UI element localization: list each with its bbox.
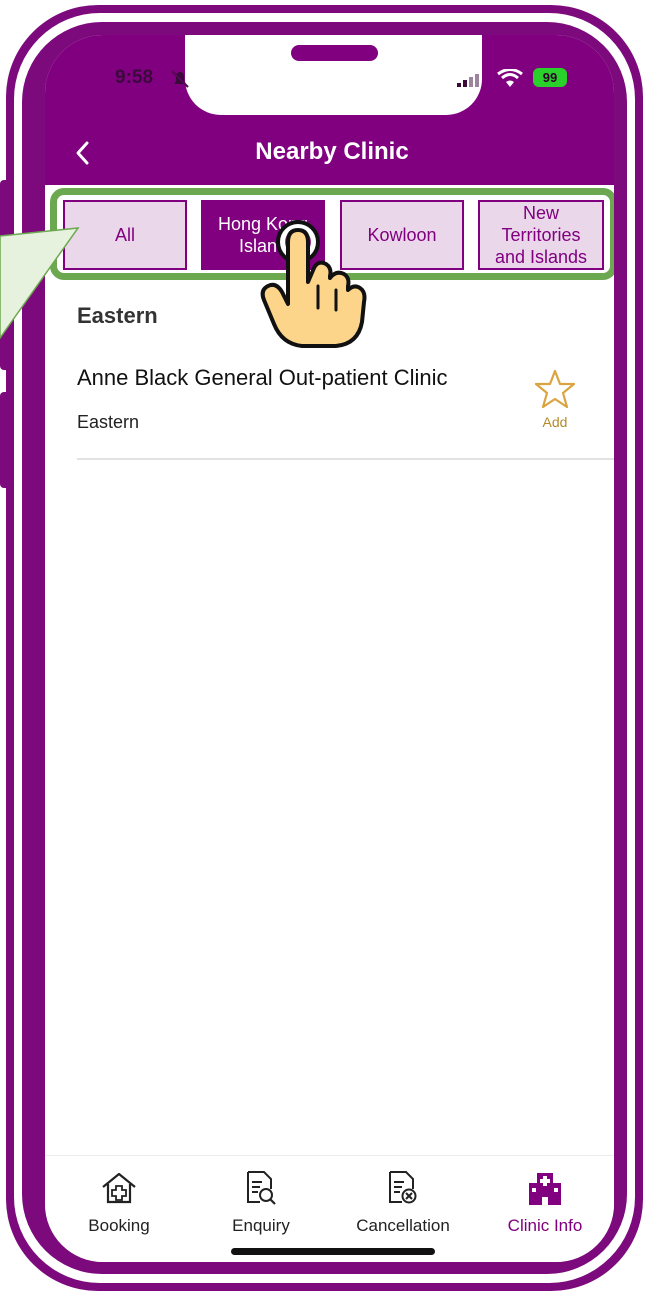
tab-new-territories[interactable]: New Territories and Islands [478,200,604,270]
bottom-navigation: Booking Enquiry Cancellation Clinic Info [45,1155,614,1262]
app-header: 9:58 99 Nearby Clinic [45,35,614,185]
house-plus-icon [102,1172,136,1204]
document-search-icon [247,1171,276,1205]
signal-icon [457,74,479,87]
tab-label: Kowloon [367,225,437,245]
nav-cancellation[interactable]: Cancellation [333,1168,473,1236]
callout-pointer [0,227,80,340]
clinic-district: Eastern [77,412,140,432]
document-cancel-icon [389,1171,417,1204]
hospital-icon [529,1173,561,1205]
phone-mockup: 9:58 99 Nearby Clinic All Hong Kong Isla… [0,0,651,1295]
tap-hand-icon [260,220,367,348]
clinic-name: Anne Black General Out-patient Clinic [77,365,448,390]
battery-indicator: 99 [533,68,567,87]
speaker [291,45,378,61]
nav-clinic-info[interactable]: Clinic Info [475,1168,614,1236]
tab-label: All [114,225,135,245]
nav-label: Cancellation [356,1216,450,1235]
page-title: Nearby Clinic [255,138,409,165]
status-time: 9:58 [115,67,154,88]
wifi-icon [497,69,523,87]
nav-label: Enquiry [232,1216,290,1235]
nav-enquiry[interactable]: Enquiry [191,1168,331,1236]
nav-label: Booking [88,1216,150,1235]
nav-label: Clinic Info [507,1216,583,1235]
bell-muted-icon [171,70,189,88]
add-favourite-button[interactable]: Add [532,369,578,430]
nav-booking[interactable]: Booking [49,1168,189,1236]
list-item[interactable]: Anne Black General Out-patient Clinic Ea… [77,355,614,460]
add-favourite-label: Add [542,414,568,430]
tab-label: New Territories and Islands [494,203,588,267]
home-indicator [231,1248,435,1255]
star-icon [534,369,576,409]
